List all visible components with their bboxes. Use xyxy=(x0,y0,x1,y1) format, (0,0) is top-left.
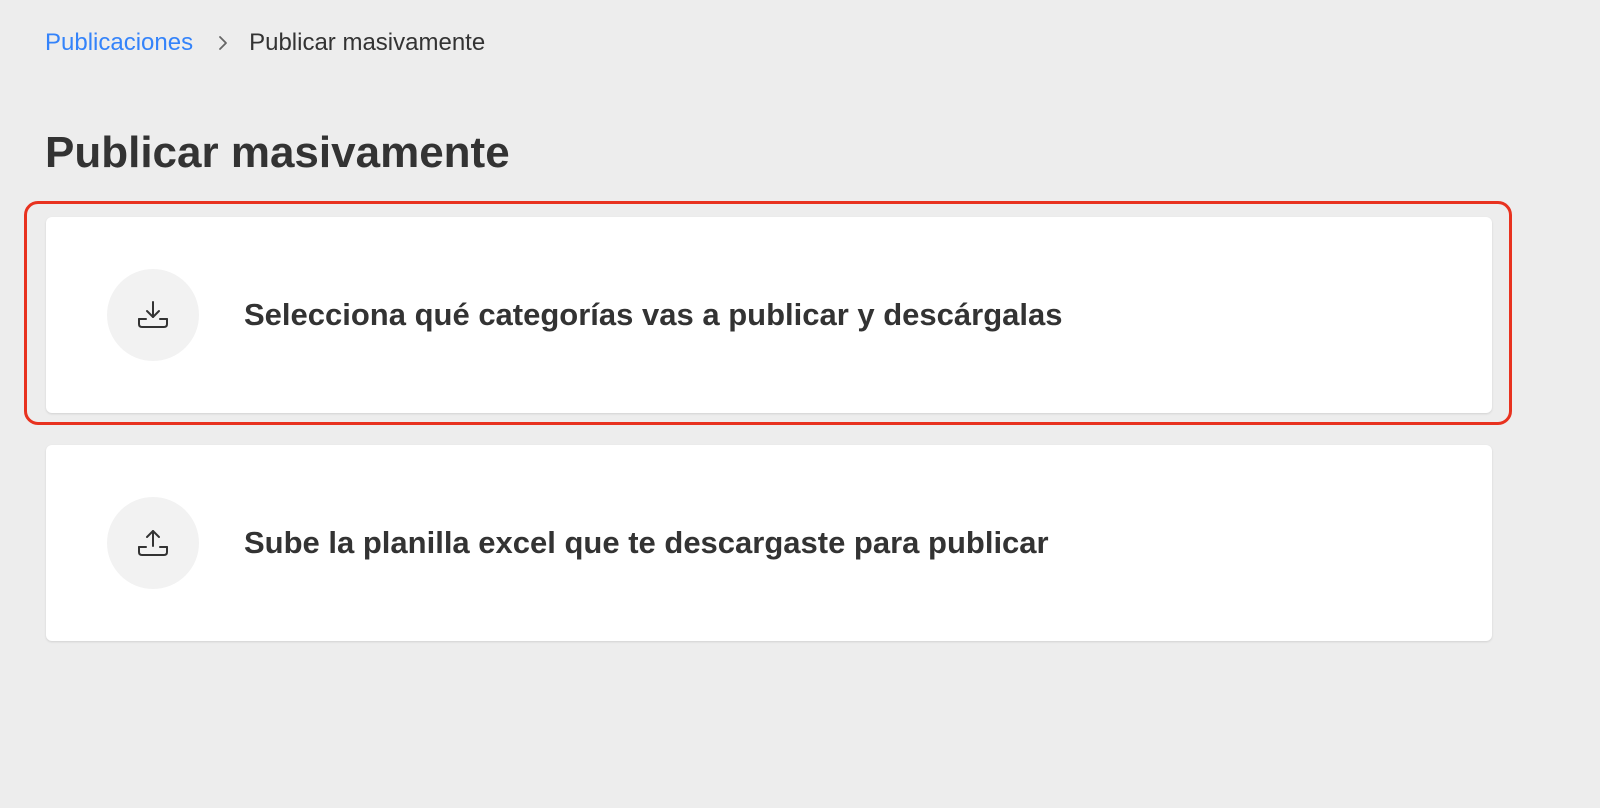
download-categories-card[interactable]: Selecciona qué categorías vas a publicar… xyxy=(46,217,1492,413)
upload-icon xyxy=(107,497,199,589)
chevron-right-icon xyxy=(217,34,229,52)
download-card-label: Selecciona qué categorías vas a publicar… xyxy=(244,297,1063,332)
breadcrumb: Publicaciones Publicar masivamente xyxy=(45,27,485,59)
page-title: Publicar masivamente xyxy=(45,128,510,177)
upload-spreadsheet-card[interactable]: Sube la planilla excel que te descargast… xyxy=(46,445,1492,641)
upload-card-label: Sube la planilla excel que te descargast… xyxy=(244,525,1049,560)
breadcrumb-current: Publicar masivamente xyxy=(249,29,486,56)
download-icon xyxy=(107,269,199,361)
breadcrumb-link-publicaciones[interactable]: Publicaciones xyxy=(45,29,193,57)
